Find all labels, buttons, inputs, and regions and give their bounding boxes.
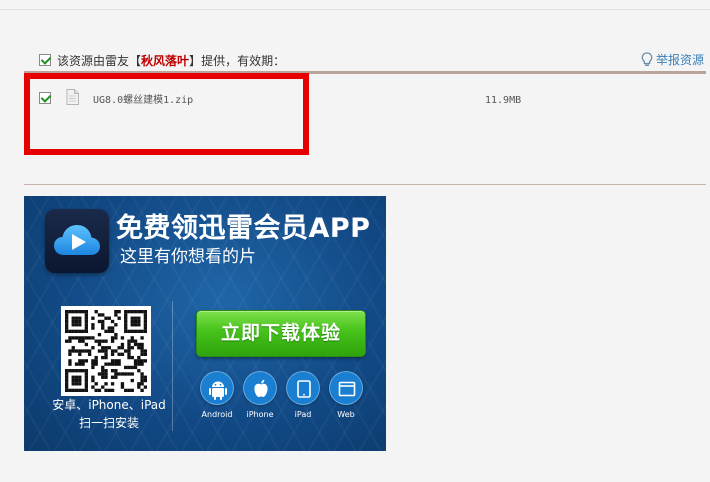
web-icon[interactable]	[329, 371, 363, 405]
ipad-icon[interactable]	[286, 371, 320, 405]
platform-label-web: Web	[337, 410, 355, 419]
lightbulb-icon	[641, 52, 653, 68]
qr-caption-line2: 扫一扫安装	[78, 416, 139, 430]
android-icon[interactable]	[200, 371, 234, 405]
report-resource-link[interactable]: 举报资源	[641, 52, 704, 68]
top-divider	[0, 9, 710, 10]
banner-subtitle: 这里有你想看的片	[120, 247, 256, 267]
banner-divider	[172, 301, 173, 431]
report-resource-label: 举报资源	[656, 53, 705, 67]
download-now-button[interactable]: 立即下载体验	[196, 310, 366, 357]
highlight-annotation-box	[24, 73, 309, 155]
banner-title: 免费领迅雷会员APP	[116, 213, 371, 244]
xunlei-app-icon	[45, 209, 109, 273]
qr-caption-line1: 安卓、iPhone、iPad	[52, 398, 166, 412]
section-divider	[24, 184, 706, 185]
app-download-banner[interactable]: 免费领迅雷会员APP 这里有你想看的片 安卓、iPhone、iPad 扫一扫安装…	[24, 196, 386, 451]
apple-icon[interactable]	[243, 371, 277, 405]
qr-caption: 安卓、iPhone、iPad 扫一扫安装	[38, 396, 180, 432]
resource-info: 该资源由雷友【秋风落叶】提供，有效期：	[57, 54, 286, 68]
file-size: 11.9MB	[485, 95, 522, 106]
qr-code	[61, 306, 151, 396]
select-all-checkbox[interactable]	[39, 54, 51, 66]
sharer-name[interactable]: 秋风落叶	[141, 54, 189, 68]
